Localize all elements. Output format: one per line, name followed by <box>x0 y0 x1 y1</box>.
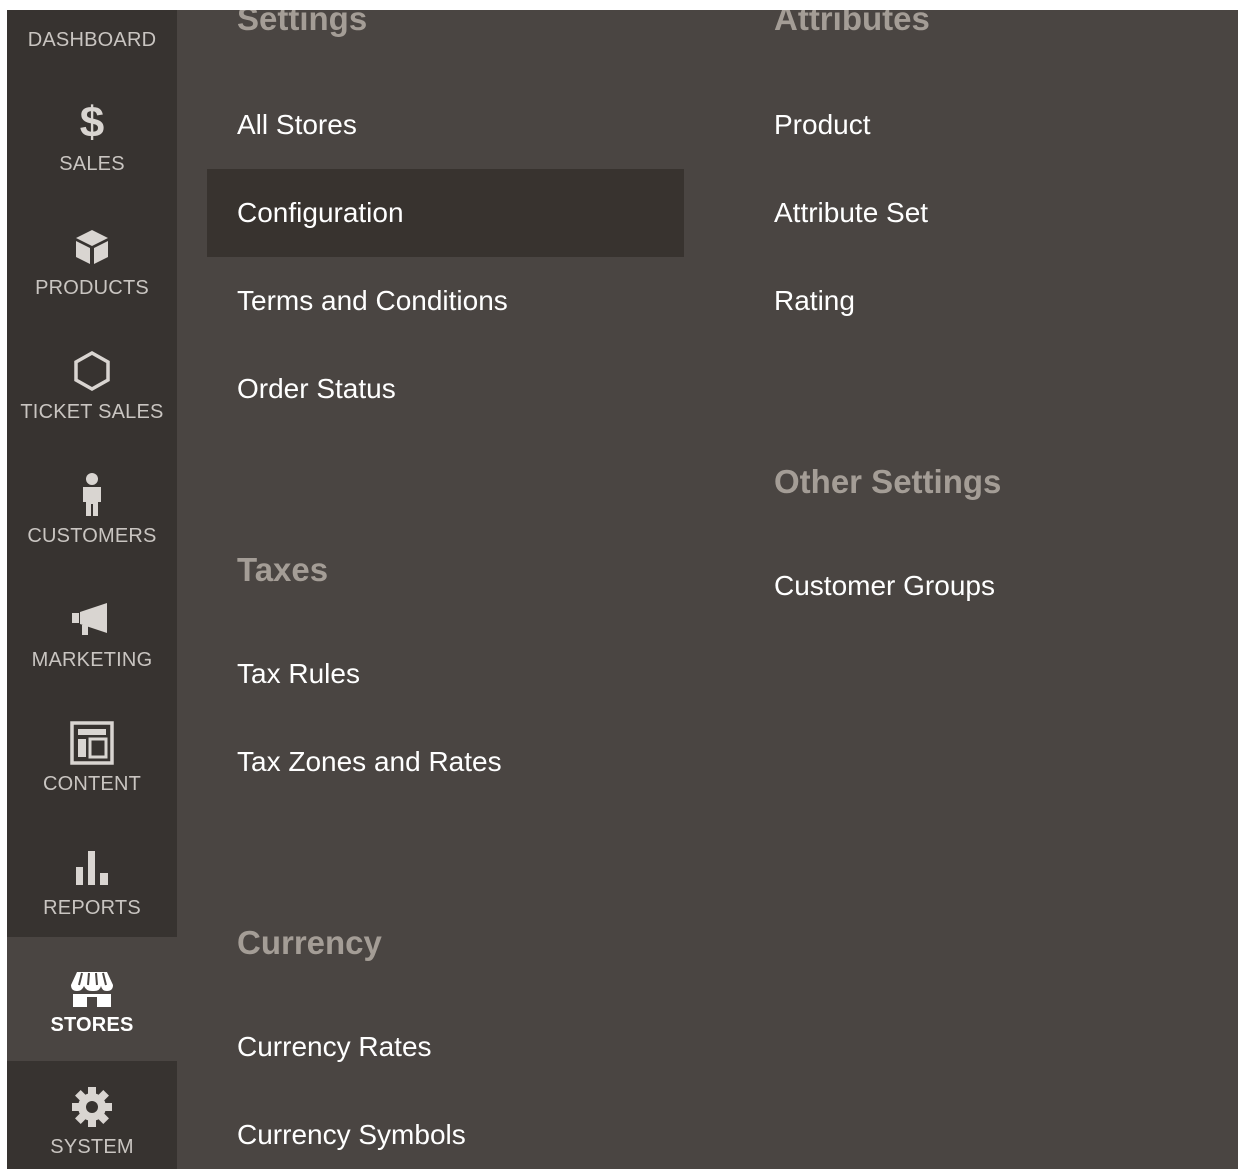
sidebar-item-stores[interactable]: STORES <box>7 937 177 1061</box>
menu-item-terms-and-conditions[interactable]: Terms and Conditions <box>237 284 508 318</box>
menu-item-tax-rules[interactable]: Tax Rules <box>237 657 360 691</box>
sidebar-item-label: CUSTOMERS <box>27 525 157 547</box>
sidebar-item-products[interactable]: PRODUCTS <box>7 203 177 327</box>
sidebar-item-content[interactable]: CONTENT <box>7 699 177 823</box>
person-icon <box>7 473 177 517</box>
group-title-settings: Settings <box>237 10 368 37</box>
admin-frame: DASHBOARD $ SALES PRODUCTS TICKET SALES … <box>7 10 1238 1169</box>
menu-item-currency-symbols[interactable]: Currency Symbols <box>237 1118 466 1152</box>
sidebar-item-label: DASHBOARD <box>27 29 157 51</box>
menu-item-order-status[interactable]: Order Status <box>237 372 396 406</box>
menu-item-rating[interactable]: Rating <box>774 284 855 318</box>
menu-item-customer-groups[interactable]: Customer Groups <box>774 569 995 603</box>
sidebar-item-label: REPORTS <box>43 897 141 919</box>
sidebar-item-sales[interactable]: $ SALES <box>7 79 177 203</box>
dollar-icon: $ <box>79 98 105 147</box>
hexagon-icon <box>7 349 177 393</box>
group-title-other-settings: Other Settings <box>774 463 1002 500</box>
sidebar-item-label: STORES <box>50 1014 134 1036</box>
sidebar-item-label: MARKETING <box>31 649 153 671</box>
sidebar-item-ticket-sales[interactable]: TICKET SALES <box>7 327 177 451</box>
menu-item-configuration[interactable]: Configuration <box>237 196 404 230</box>
gear-icon <box>7 1085 177 1129</box>
sidebar-item-system[interactable]: SYSTEM <box>7 1071 177 1169</box>
group-title-attributes: Attributes <box>774 10 930 37</box>
admin-sidebar: DASHBOARD $ SALES PRODUCTS TICKET SALES … <box>7 10 177 1169</box>
bar-chart-icon <box>7 845 177 889</box>
sidebar-item-label: PRODUCTS <box>35 277 149 299</box>
sidebar-item-label: TICKET SALES <box>20 401 164 423</box>
menu-item-all-stores[interactable]: All Stores <box>237 108 357 142</box>
box-icon <box>7 225 177 269</box>
storefront-icon <box>7 967 177 1011</box>
menu-item-currency-rates[interactable]: Currency Rates <box>237 1030 432 1064</box>
sidebar-item-reports[interactable]: REPORTS <box>7 823 177 947</box>
layout-icon <box>7 721 177 765</box>
menu-item-tax-zones-and-rates[interactable]: Tax Zones and Rates <box>237 745 502 779</box>
sidebar-item-marketing[interactable]: MARKETING <box>7 575 177 699</box>
group-title-currency: Currency <box>237 924 382 961</box>
sidebar-item-customers[interactable]: CUSTOMERS <box>7 451 177 575</box>
menu-item-attribute-set[interactable]: Attribute Set <box>774 196 928 230</box>
sidebar-item-label: SYSTEM <box>50 1136 134 1158</box>
megaphone-icon <box>7 597 177 641</box>
group-title-taxes: Taxes <box>237 551 329 588</box>
sidebar-item-dashboard[interactable]: DASHBOARD <box>7 10 177 79</box>
sidebar-item-label: SALES <box>59 153 125 175</box>
menu-item-product[interactable]: Product <box>774 108 871 142</box>
sidebar-item-label: CONTENT <box>42 773 142 795</box>
